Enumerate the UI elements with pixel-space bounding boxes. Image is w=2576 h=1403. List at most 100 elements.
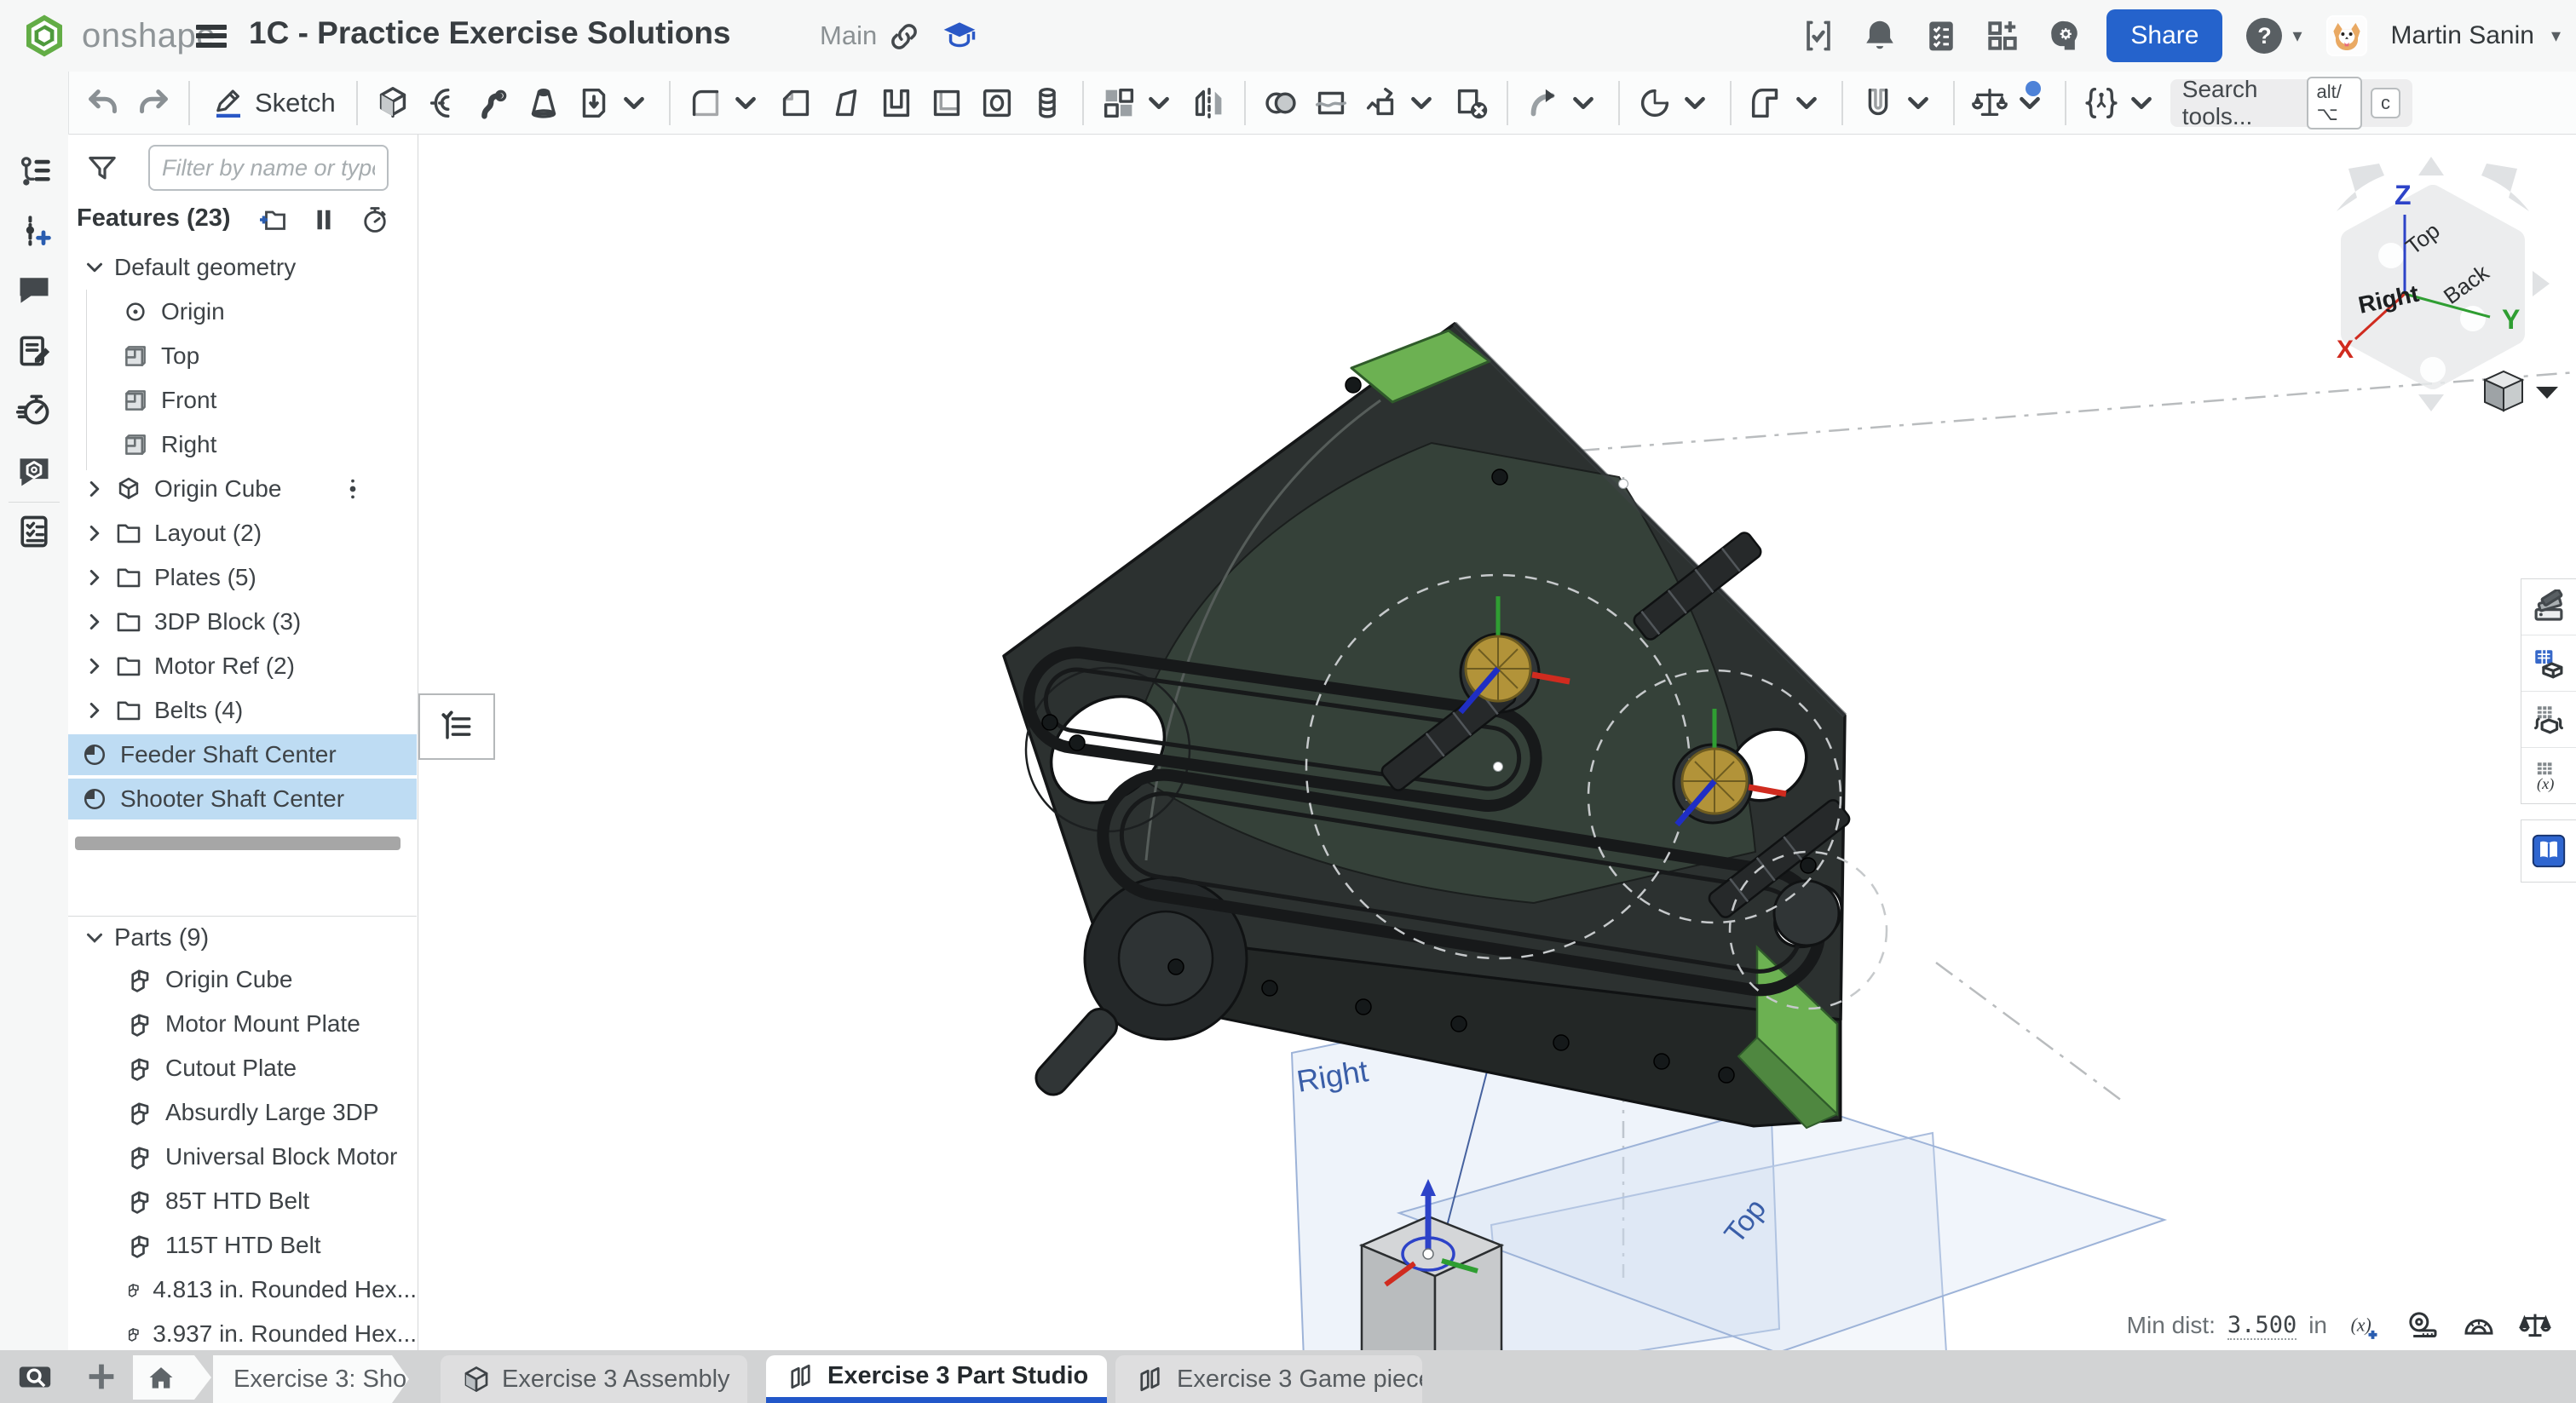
split-tool-button[interactable] <box>1310 79 1352 127</box>
measure-tape-icon[interactable] <box>2406 1308 2440 1343</box>
document-menu-button[interactable] <box>196 20 230 53</box>
mass-properties-icon[interactable] <box>2518 1308 2552 1343</box>
share-link-icon[interactable] <box>886 19 922 55</box>
document-tab[interactable]: Exercise 3 Assembly <box>441 1355 747 1403</box>
filter-funnel-icon[interactable] <box>85 152 119 186</box>
curves-tool-button[interactable] <box>1634 79 1716 127</box>
feature-tree-item[interactable]: Default geometry <box>68 245 417 290</box>
boss-tool-button[interactable] <box>1026 79 1069 127</box>
part-list-item[interactable]: 115T HTD Belt <box>68 1223 417 1268</box>
min-dist-value[interactable]: 3.500 <box>2227 1312 2297 1340</box>
sheet-metal-tool-button[interactable] <box>1745 79 1828 127</box>
sweep-tool-button[interactable] <box>472 79 515 127</box>
part-list-item[interactable]: Universal Block Motor <box>68 1135 417 1179</box>
part-list-item[interactable]: Origin Cube <box>68 957 417 1002</box>
filter-input[interactable] <box>148 145 389 191</box>
create-version-icon[interactable] <box>15 212 53 250</box>
configuration-variables-panel-button[interactable]: (x) <box>2521 748 2576 803</box>
boolean-tool-button[interactable] <box>1259 79 1302 127</box>
extrude-tool-button[interactable] <box>372 79 414 127</box>
user-name[interactable]: Martin Sanin <box>2391 21 2534 50</box>
ai-advisor-icon[interactable] <box>2045 17 2083 55</box>
rib-tool-button[interactable] <box>875 79 918 127</box>
search-tools-box[interactable]: Search tools... alt/⌥ c <box>2170 79 2412 127</box>
performance-icon[interactable] <box>15 391 53 428</box>
feature-tree-item[interactable]: Top <box>68 334 417 378</box>
part-list-item[interactable]: Cutout Plate <box>68 1046 417 1090</box>
chevron-right-icon[interactable] <box>82 609 107 635</box>
feature-tree-item[interactable]: Layout (2) <box>68 511 417 555</box>
chevron-down-icon[interactable] <box>82 255 107 280</box>
suppress-pause-icon[interactable] <box>308 204 339 235</box>
transform-tool-button[interactable] <box>1360 79 1443 127</box>
drag-handle-icon[interactable] <box>340 470 366 508</box>
help-button[interactable]: ? <box>2246 18 2282 54</box>
configurations-panel-button[interactable] <box>2521 635 2576 692</box>
view-options-button[interactable] <box>2485 371 2558 411</box>
enclose-tool-button[interactable] <box>1857 79 1939 127</box>
chevron-right-icon[interactable] <box>82 565 107 590</box>
new-folder-icon[interactable] <box>257 204 288 235</box>
tasks-clipboard-icon[interactable] <box>1922 17 1960 55</box>
fillet-tool-button[interactable] <box>684 79 767 127</box>
add-tab-button[interactable] <box>82 1357 121 1396</box>
version-manager-icon[interactable] <box>15 153 53 191</box>
feature-tree-item[interactable]: Origin <box>68 290 417 334</box>
feature-tree-item[interactable]: Origin Cube <box>68 467 417 511</box>
undo-button[interactable] <box>82 79 124 127</box>
follow-checklist-icon[interactable] <box>15 513 53 550</box>
notes-icon[interactable] <box>15 332 53 370</box>
viewport-3d[interactable]: Right Top <box>418 135 2576 1350</box>
sketch-button[interactable]: Sketch <box>204 85 343 121</box>
protractor-icon[interactable] <box>2462 1308 2496 1343</box>
configured-features-panel-button[interactable] <box>2521 692 2576 748</box>
feature-tree-item[interactable]: Right <box>68 423 417 467</box>
workspace-name[interactable]: Main <box>820 20 877 51</box>
loft-tool-button[interactable] <box>522 79 565 127</box>
feature-tree-item[interactable]: Front <box>68 378 417 423</box>
help-caret-icon[interactable]: ▾ <box>2292 25 2302 47</box>
variable-create-icon[interactable]: (x) <box>2349 1308 2383 1343</box>
feature-tree-item[interactable]: Plates (5) <box>68 555 417 600</box>
rollback-bar[interactable] <box>75 837 401 850</box>
document-tab[interactable]: Exercise 3 Game piece <box>1115 1355 1422 1403</box>
redo-button[interactable] <box>132 79 175 127</box>
screenshot-tool-icon[interactable] <box>15 1358 55 1397</box>
comments-icon[interactable] <box>15 271 53 308</box>
part-list-item[interactable]: Motor Mount Plate <box>68 1002 417 1046</box>
help-feedback-icon[interactable] <box>15 452 53 490</box>
learning-center-icon[interactable] <box>941 17 978 55</box>
chevron-right-icon[interactable] <box>82 476 107 502</box>
document-tab[interactable]: Exercise 3: Sho <box>213 1355 409 1403</box>
document-tab[interactable]: Exercise 3 Part Studio <box>766 1355 1107 1403</box>
shell-tool-button[interactable] <box>925 79 968 127</box>
chevron-right-icon[interactable] <box>82 698 107 723</box>
revolve-tool-button[interactable] <box>422 79 464 127</box>
apps-grid-icon[interactable] <box>1984 17 2021 55</box>
measure-tool-button[interactable] <box>1968 79 2051 127</box>
thicken-tool-button[interactable] <box>573 79 655 127</box>
document-title[interactable]: 1C - Practice Exercise Solutions <box>249 15 731 51</box>
regen-time-icon[interactable] <box>360 204 390 235</box>
user-menu-caret-icon[interactable]: ▾ <box>2551 25 2561 47</box>
part-list-item[interactable]: Absurdly Large 3DP <box>68 1090 417 1135</box>
mirror-tool-button[interactable] <box>1188 79 1230 127</box>
user-avatar[interactable] <box>2326 15 2367 56</box>
hole-tool-button[interactable] <box>976 79 1018 127</box>
part-list-item[interactable]: 85T HTD Belt <box>68 1179 417 1223</box>
view-cube[interactable]: Z X Y Top Right Back <box>2337 157 2550 411</box>
move-face-tool-button[interactable] <box>1522 79 1605 127</box>
notifications-bell-icon[interactable] <box>1861 17 1899 55</box>
feature-tree-item[interactable]: 3DP Block (3) <box>68 600 417 644</box>
onshape-logo-icon[interactable] <box>20 12 68 60</box>
motor-mount-plate-model[interactable] <box>1004 324 1853 1128</box>
feature-tree-item[interactable]: Motor Ref (2) <box>68 644 417 688</box>
appearance-panel-button[interactable] <box>2521 579 2576 635</box>
feature-tree-item[interactable]: Belts (4) <box>68 688 417 733</box>
custom-feature-tool-button[interactable] <box>2080 79 2163 127</box>
chevron-right-icon[interactable] <box>82 653 107 679</box>
chevron-right-icon[interactable] <box>82 520 107 546</box>
feature-tree-item[interactable]: Shooter Shaft Center <box>68 777 417 821</box>
chamfer-tool-button[interactable] <box>775 79 817 127</box>
part-list-item[interactable]: 4.813 in. Rounded Hex... <box>68 1268 417 1312</box>
